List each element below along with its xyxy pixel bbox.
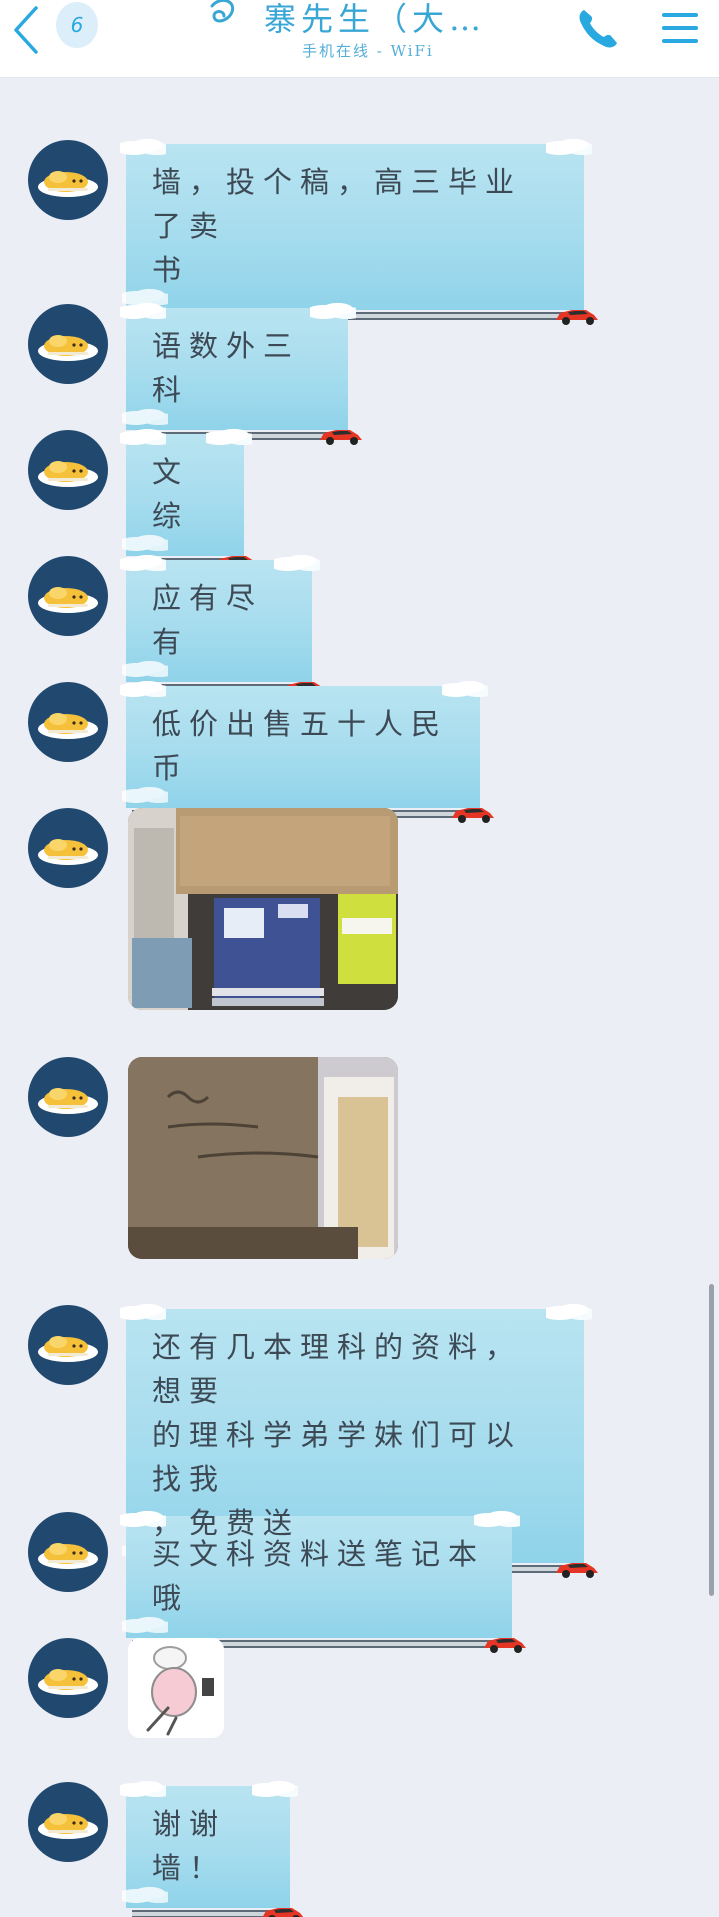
message-text: 文综: [152, 455, 190, 533]
chat-header: 6 寨先生（大… 手机在线 - WiFi: [0, 0, 719, 78]
avatar[interactable]: [28, 430, 108, 510]
scrollbar[interactable]: [709, 1284, 714, 1596]
phone-icon: [579, 10, 617, 48]
unread-count: 6: [70, 13, 84, 37]
message-bubble[interactable]: 墙，投个稿，高三毕业了卖 书: [120, 136, 598, 325]
message-bubble[interactable]: 低价出售五十人民币: [120, 678, 494, 823]
avatar-image: [38, 171, 98, 197]
avatar-image: [38, 335, 98, 361]
avatar-image: [38, 1669, 98, 1695]
avatar-image: [38, 1336, 98, 1362]
avatar[interactable]: [28, 1305, 108, 1385]
avatar-image: [38, 1543, 98, 1569]
avatar[interactable]: [28, 140, 108, 220]
menu-button[interactable]: [660, 10, 700, 46]
message-text: 语数外三科: [152, 329, 301, 407]
cardboard-box-photo: [128, 1057, 398, 1259]
message-bubble[interactable]: 应有尽有: [120, 552, 326, 697]
unread-count-badge[interactable]: 6: [56, 2, 98, 48]
avatar-image: [38, 713, 98, 739]
avatar[interactable]: [28, 1512, 108, 1592]
avatar[interactable]: [28, 1782, 108, 1862]
avatar[interactable]: [28, 1057, 108, 1137]
call-button[interactable]: [575, 6, 621, 52]
avatar[interactable]: [28, 682, 108, 762]
avatar-image: [38, 1088, 98, 1114]
hamburger-menu-icon: [662, 13, 698, 43]
sticker-message[interactable]: [128, 1638, 224, 1738]
avatar[interactable]: [28, 556, 108, 636]
message-text: 墙，投个稿，高三毕业了卖 书: [152, 165, 523, 287]
avatar-image: [38, 839, 98, 865]
device-status-icon: [210, 0, 235, 23]
contact-name: 寨先生（大…: [264, 0, 487, 38]
avatar[interactable]: [28, 304, 108, 384]
message-text: 买文科资料送笔记本哦: [152, 1537, 486, 1615]
chat-title[interactable]: 寨先生（大… 手机在线 - WiFi: [190, 0, 530, 70]
sticker-image: [128, 1638, 224, 1738]
message-bubble[interactable]: 买文科资料送笔记本哦: [120, 1508, 526, 1653]
message-bubble[interactable]: 文综: [120, 426, 258, 571]
message-bubble[interactable]: 谢谢墙！: [120, 1778, 304, 1917]
chevron-left-icon: [14, 6, 38, 54]
message-text: 应有尽有: [152, 581, 264, 659]
back-button[interactable]: [6, 4, 50, 54]
avatar[interactable]: [28, 1638, 108, 1718]
avatar[interactable]: [28, 808, 108, 888]
avatar-image: [38, 587, 98, 613]
image-message[interactable]: [128, 808, 398, 1010]
avatar-image: [38, 1813, 98, 1839]
online-status: 手机在线 - WiFi: [302, 42, 434, 60]
books-photo: [128, 808, 398, 1010]
message-text: 谢谢墙！: [152, 1807, 227, 1885]
image-message[interactable]: [128, 1057, 398, 1259]
message-bubble[interactable]: 语数外三科: [120, 300, 362, 445]
message-text: 低价出售五十人民币: [152, 707, 449, 785]
avatar-image: [38, 461, 98, 487]
